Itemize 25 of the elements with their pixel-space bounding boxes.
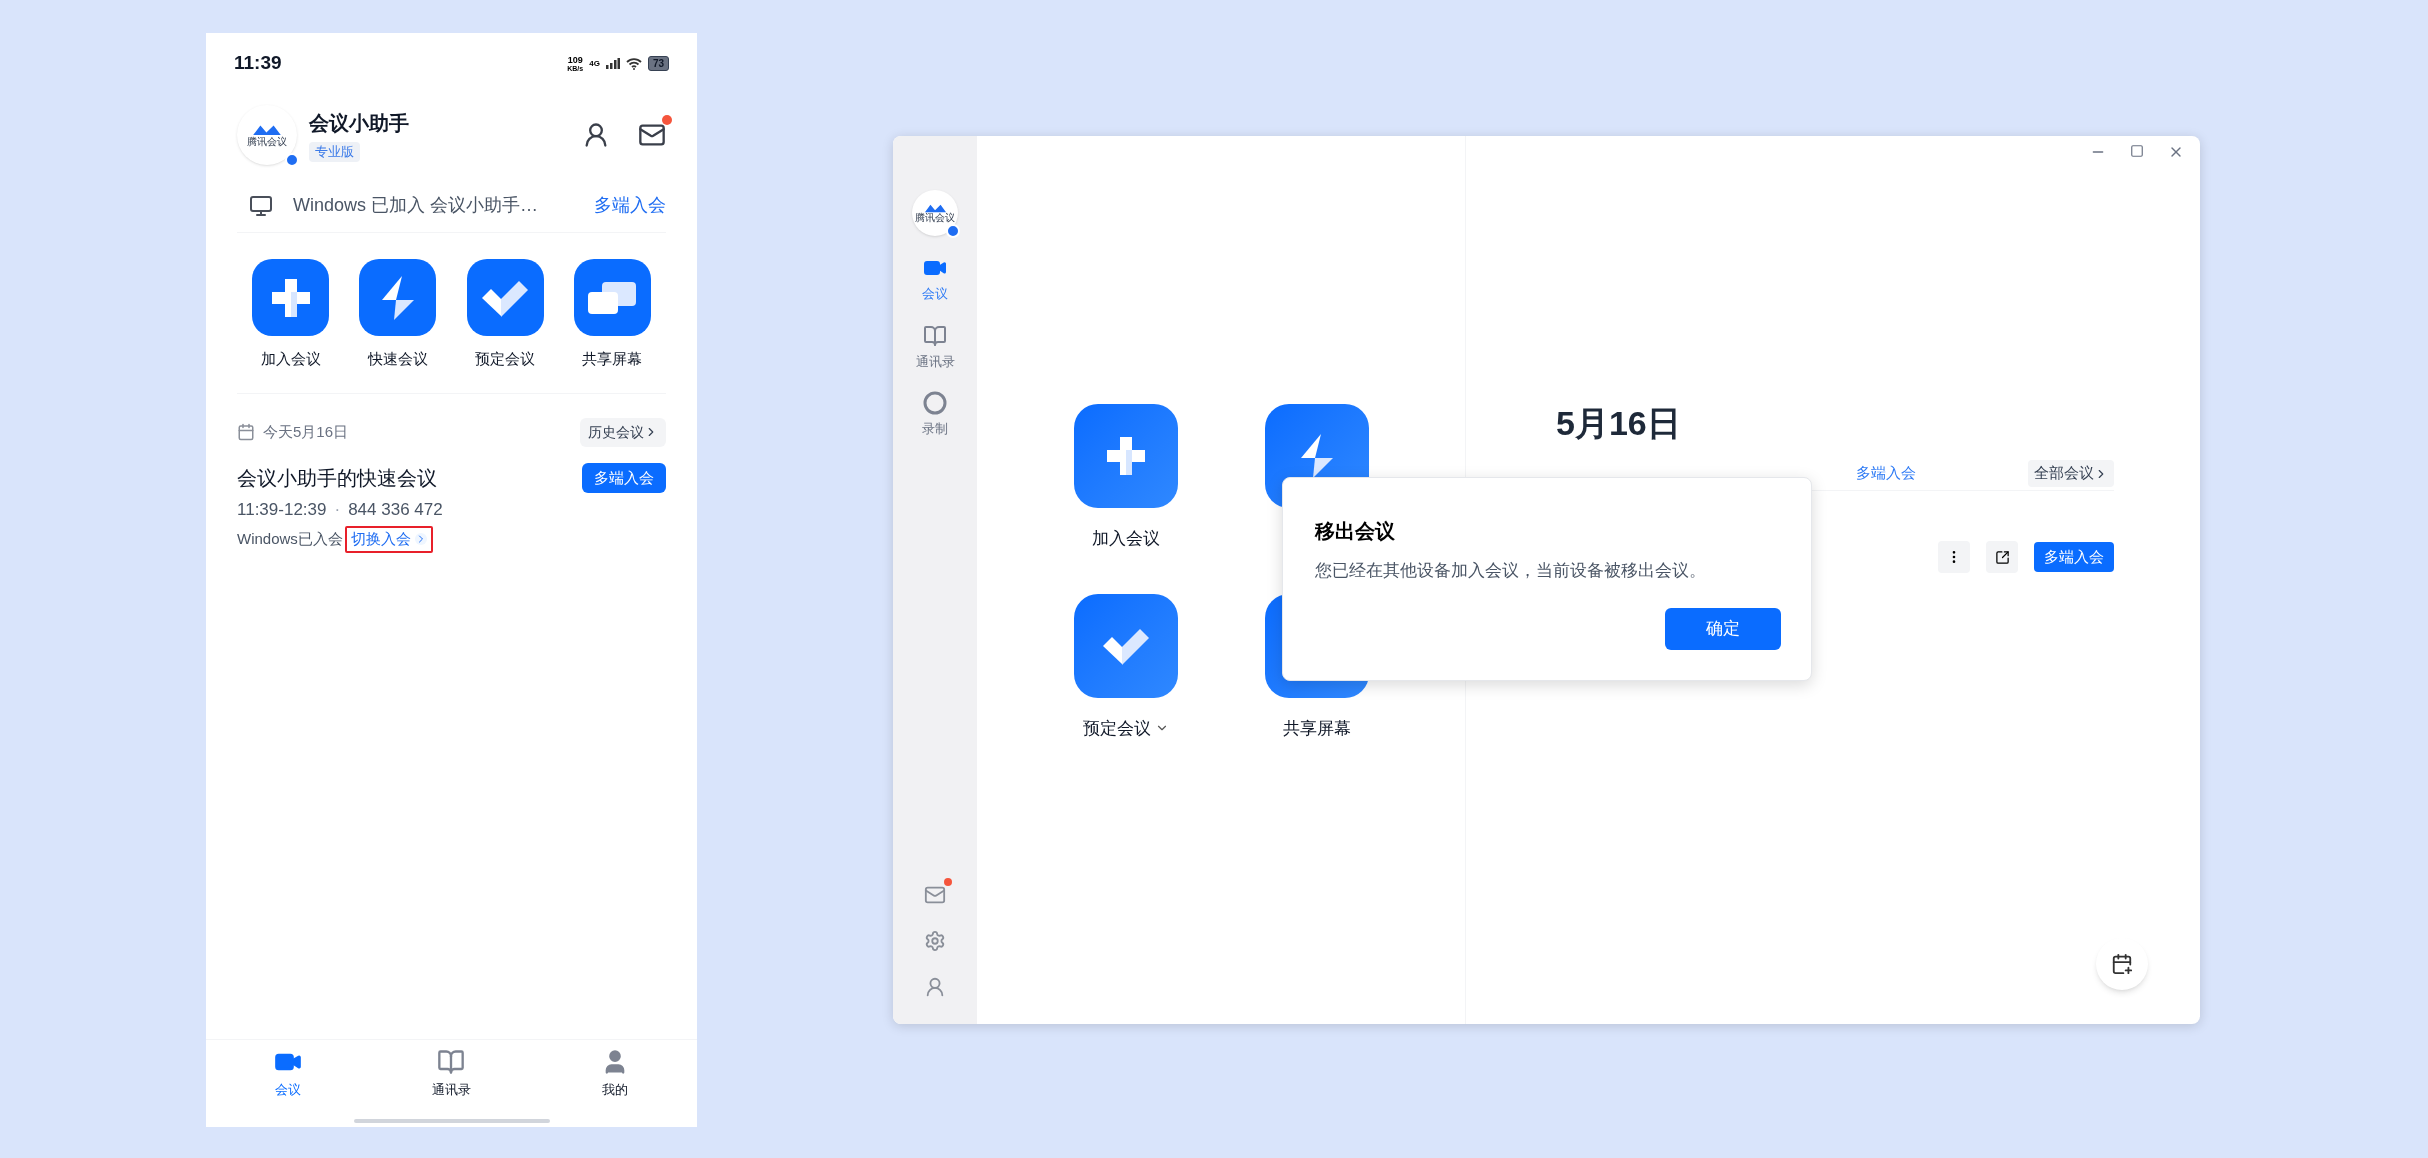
banner-text: Windows 已加入 会议小助手… bbox=[293, 194, 539, 217]
action-label: 共享屏幕 bbox=[582, 349, 643, 369]
logo-text: 腾讯会议 bbox=[247, 136, 287, 147]
battery-indicator: 73 bbox=[647, 56, 669, 71]
join-status: Windows已入会 bbox=[237, 529, 343, 549]
meeting-id: 844 336 472 bbox=[348, 498, 443, 521]
network-type: 4G bbox=[589, 57, 600, 70]
separator-dot: · bbox=[334, 498, 341, 521]
dialog-title: 移出会议 bbox=[1315, 519, 1396, 544]
plan-tag: 专业版 bbox=[309, 142, 360, 162]
action-label: 快速会议 bbox=[367, 349, 428, 369]
dialog-message: 您已经在其他设备加入会议，当前设备被移出会议。 bbox=[1315, 560, 1707, 582]
net-speed: 109 bbox=[567, 55, 583, 65]
date-label: 今天5月16日 bbox=[263, 421, 349, 442]
meeting-title: 会议小助手的快速会议 bbox=[237, 465, 438, 491]
status-time: 11:39 bbox=[234, 51, 282, 76]
meeting-time: 11:39-12:39 bbox=[237, 498, 327, 521]
date-heading: 5月16日 bbox=[1556, 403, 1682, 444]
action-label: 预定会议 bbox=[475, 349, 536, 369]
action-label: 加入会议 bbox=[260, 349, 321, 369]
logo-text: 腾讯会议 bbox=[915, 213, 955, 224]
account-name: 会议小助手 bbox=[309, 111, 409, 137]
action-label: 共享屏幕 bbox=[1283, 717, 1351, 740]
action-label: 加入会议 bbox=[1092, 528, 1160, 550]
action-label: 预定会议 bbox=[1083, 717, 1151, 740]
